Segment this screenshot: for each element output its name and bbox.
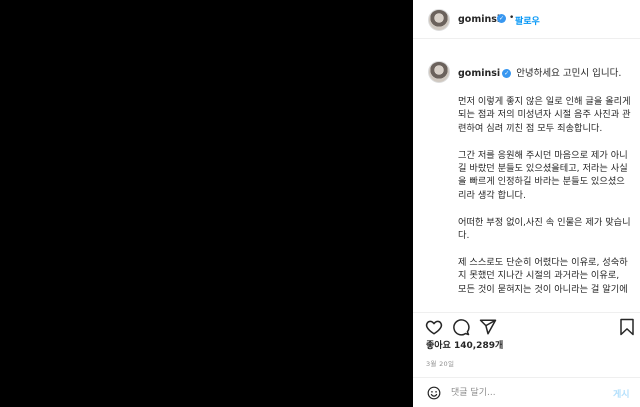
- caption-username[interactable]: gominsi: [458, 68, 500, 79]
- verified-badge-icon: ✓: [502, 69, 512, 78]
- follow-button[interactable]: 팔로우: [515, 14, 540, 27]
- caption-intro: 안녕하세요 고민시 입니다.: [516, 68, 622, 79]
- caption-paragraph: 제 스스로도 단순히 어렸다는 이유로, 성숙하지 못했던 지나간 시절의 과거…: [458, 256, 628, 295]
- comment-icon[interactable]: [452, 318, 470, 336]
- heart-icon[interactable]: [425, 318, 443, 336]
- caption-body: 먼저 이렇게 좋지 않은 일로 인해 글을 올리게 되는 점과 저의 미성년자 …: [458, 95, 633, 309]
- caption-paragraph: 어떠한 부정 없이,사진 속 인물은 제가 맞습니다.: [458, 216, 631, 242]
- post-comment-button[interactable]: 게시: [613, 387, 630, 400]
- post-date[interactable]: 3월 20일: [426, 358, 454, 368]
- comment-input[interactable]: [451, 385, 601, 401]
- bookmark-icon[interactable]: [618, 318, 636, 336]
- emoji-icon[interactable]: [427, 386, 441, 400]
- comment-bar: 게시: [413, 377, 640, 407]
- share-icon[interactable]: [479, 318, 497, 336]
- verified-badge-icon: ✓: [497, 14, 506, 23]
- header-separator: •: [509, 13, 515, 23]
- post-side-panel: gominsi ✓ • 팔로우 gominsi ✓ 안녕하세요 고민시 입니다. …: [413, 0, 640, 407]
- caption-avatar[interactable]: [428, 61, 450, 83]
- avatar[interactable]: [428, 9, 450, 31]
- caption-first-line: gominsi ✓ 안녕하세요 고민시 입니다.: [458, 65, 621, 79]
- caption-area[interactable]: gominsi ✓ 안녕하세요 고민시 입니다. 먼저 이렇게 좋지 않은 일로 …: [413, 39, 640, 312]
- likes-count[interactable]: 좋아요 140,289개: [426, 338, 503, 351]
- post-header: gominsi ✓ • 팔로우: [413, 0, 640, 39]
- caption-paragraph: 그간 저를 응원해 주시던 마음으로 제가 아니길 바랐던 분들도 있으셨을테고…: [458, 149, 628, 201]
- header-username[interactable]: gominsi: [458, 14, 500, 25]
- post-media[interactable]: [0, 0, 413, 407]
- caption-paragraph: 먼저 이렇게 좋지 않은 일로 인해 글을 올리게 되는 점과 저의 미성년자 …: [458, 96, 631, 134]
